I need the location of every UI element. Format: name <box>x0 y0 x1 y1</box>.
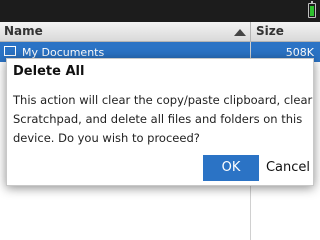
ok-button[interactable]: OK <box>203 155 259 181</box>
dialog-title: Delete All <box>13 64 85 79</box>
dialog-message: This action will clear the copy/paste cl… <box>13 93 313 145</box>
sort-ascending-icon[interactable] <box>234 29 246 36</box>
column-header: Name Size <box>0 22 320 42</box>
delete-all-dialog: Delete All This action will clear the co… <box>6 58 314 186</box>
battery-level <box>310 6 314 16</box>
column-size-header[interactable]: Size <box>256 24 284 38</box>
status-bar <box>0 0 320 22</box>
column-name-header[interactable]: Name <box>4 24 43 38</box>
battery-icon <box>308 1 316 18</box>
cancel-button[interactable]: Cancel <box>265 155 311 181</box>
folder-icon <box>4 46 16 56</box>
column-divider <box>250 22 251 42</box>
